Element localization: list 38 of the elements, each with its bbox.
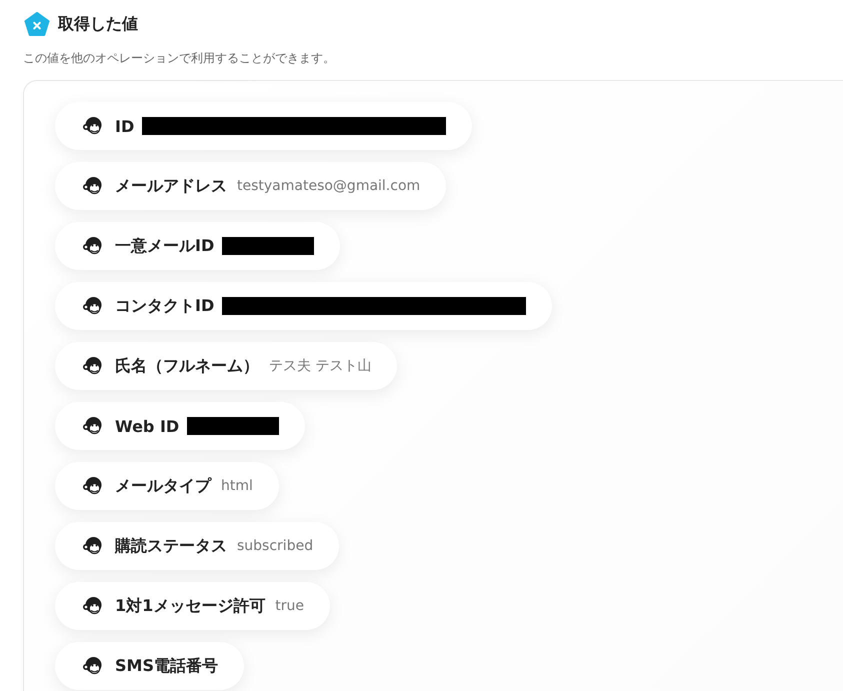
value-chip[interactable]: ID xyxy=(55,102,472,150)
monkey-head-icon xyxy=(82,296,102,316)
field-value: subscribed xyxy=(237,538,314,554)
field-label: 1対1メッセージ許可 xyxy=(115,596,266,616)
field-label: メールアドレス xyxy=(115,176,227,196)
field-value: html xyxy=(221,478,253,494)
field-label: ID xyxy=(115,116,134,136)
field-label: SMS電話番号 xyxy=(115,656,218,676)
section-description: この値を他のオペレーションで利用することができます。 xyxy=(23,50,336,66)
value-chip[interactable]: 一意メールID xyxy=(55,222,340,270)
field-label: 一意メールID xyxy=(115,236,214,256)
monkey-head-icon xyxy=(82,356,102,376)
monkey-head-icon xyxy=(82,656,102,676)
pentagon-x-icon xyxy=(24,12,50,36)
value-chip[interactable]: メールタイプ html xyxy=(55,462,279,510)
monkey-head-icon xyxy=(82,476,102,496)
value-chip[interactable]: SMS電話番号 xyxy=(55,642,244,690)
value-chip[interactable]: Web ID xyxy=(55,402,306,450)
monkey-head-icon xyxy=(82,596,102,616)
field-label: 購読ステータス xyxy=(115,536,227,556)
field-value: テス夫 テスト山 xyxy=(269,357,372,375)
field-value: true xyxy=(275,598,304,614)
value-chip[interactable]: 氏名（フルネーム） テス夫 テスト山 xyxy=(55,342,398,390)
value-chip[interactable]: コンタクトID xyxy=(55,282,552,330)
monkey-head-icon xyxy=(82,176,102,196)
monkey-head-icon xyxy=(82,236,102,256)
monkey-head-icon xyxy=(82,536,102,556)
monkey-head-icon xyxy=(82,416,102,436)
value-chip[interactable]: 1対1メッセージ許可 true xyxy=(55,582,330,630)
monkey-head-icon xyxy=(82,116,102,136)
field-label: コンタクトID xyxy=(115,296,214,316)
field-label: Web ID xyxy=(115,416,180,436)
field-label: 氏名（フルネーム） xyxy=(115,356,259,376)
value-chip[interactable]: 購読ステータス subscribed xyxy=(55,522,340,570)
section-title: 取得した値 xyxy=(58,14,138,34)
field-label: メールタイプ xyxy=(115,476,211,496)
value-chip[interactable]: メールアドレス testyamateso@gmail.com xyxy=(55,162,446,210)
field-value: testyamateso@gmail.com xyxy=(237,178,420,194)
